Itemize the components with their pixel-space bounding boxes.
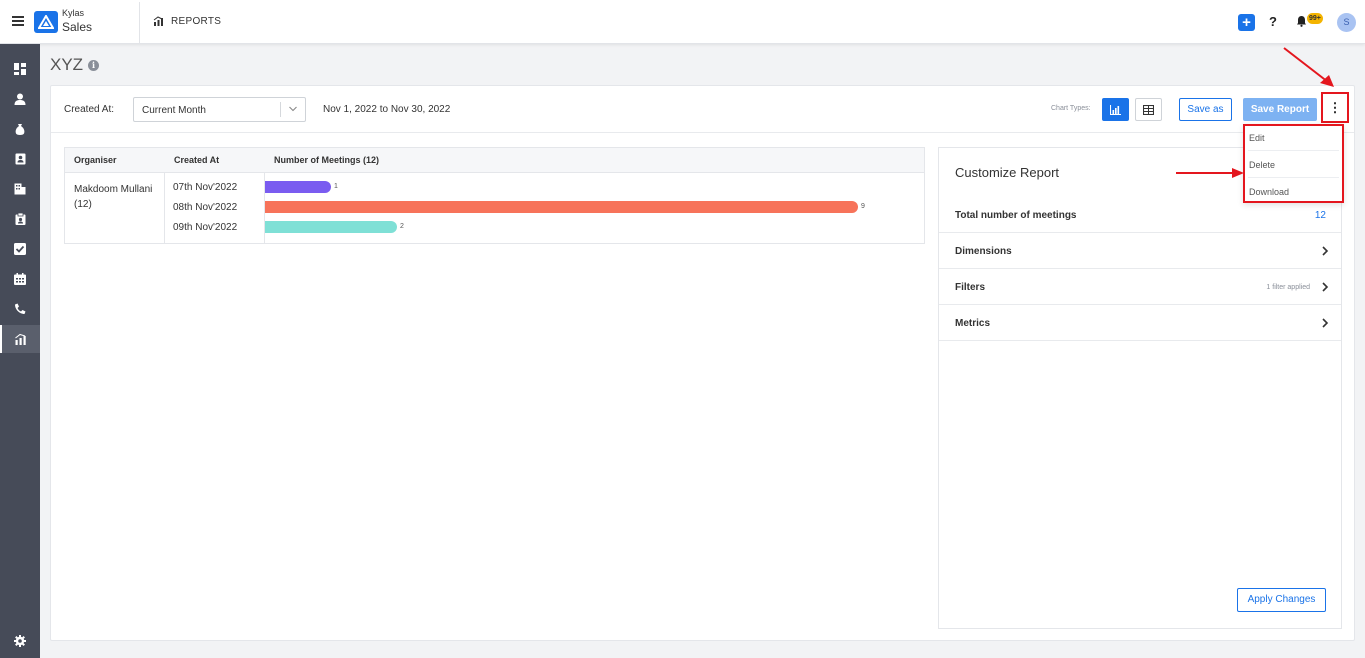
sidebar-item-leads[interactable] (0, 86, 40, 112)
menu-item-edit[interactable]: Edit (1249, 133, 1265, 143)
page-title: XYZ i (50, 55, 100, 75)
brand-name: Sales (62, 20, 93, 34)
checkbox-icon (14, 243, 26, 255)
meetings-bar[interactable] (265, 181, 331, 193)
report-card: Created At: Current Month Nov 1, 2022 to… (50, 85, 1355, 641)
user-avatar[interactable]: S (1337, 13, 1356, 32)
bar-value-label: 9 (861, 203, 865, 210)
total-meetings-label: Total number of meetings (955, 210, 1077, 221)
help-icon[interactable]: ? (1269, 14, 1277, 29)
building-icon (14, 183, 26, 195)
chart-types-label: Chart Types: (1051, 105, 1091, 112)
person-icon (14, 93, 26, 105)
sidebar-item-settings[interactable] (0, 628, 40, 654)
table-icon (1143, 104, 1154, 115)
column-divider (164, 173, 165, 244)
bar-chart-type-button[interactable] (1102, 98, 1129, 121)
calendar-icon (14, 273, 26, 285)
filter-bar: Created At: Current Month Nov 1, 2022 to… (51, 86, 1354, 133)
chevron-right-icon (1322, 246, 1329, 256)
sidebar-item-reports[interactable] (0, 325, 40, 353)
select-divider (280, 102, 281, 117)
report-table: Organiser Created At Number of Meetings … (64, 147, 925, 244)
sidebar-item-contacts[interactable] (0, 146, 40, 172)
created-at-cell: 09th Nov'2022 (173, 222, 238, 233)
menu-item-download[interactable]: Download (1249, 187, 1289, 197)
total-meetings-value: 12 (1314, 210, 1326, 221)
info-icon[interactable]: i (88, 59, 100, 71)
brand: Kylas Sales (62, 8, 93, 34)
meetings-bar[interactable] (265, 221, 397, 233)
top-bar: Kylas Sales REPORTS + ? 99+ S (0, 0, 1365, 44)
dashboard-icon (14, 63, 26, 75)
module-title-text: REPORTS (171, 16, 222, 27)
sidebar-item-dashboard[interactable] (0, 56, 40, 82)
date-range: Nov 1, 2022 to Nov 30, 2022 (323, 104, 451, 115)
header-number-of-meetings: Number of Meetings (12) (274, 155, 380, 165)
created-at-select[interactable]: Current Month (133, 97, 306, 122)
header-created-at: Created At (174, 155, 220, 165)
table-header: Organiser Created At Number of Meetings … (65, 148, 924, 173)
notification-bell-icon[interactable] (1296, 15, 1307, 30)
sidebar-item-tasks-list[interactable] (0, 206, 40, 232)
contact-card-icon (15, 153, 25, 165)
bar-value-label: 1 (334, 183, 338, 190)
sidebar-item-tasks[interactable] (0, 236, 40, 262)
hamburger-menu-icon[interactable] (12, 16, 24, 26)
dimensions-label: Dimensions (955, 246, 1012, 257)
customize-report-panel: Customize Report Total number of meeting… (938, 147, 1342, 629)
meetings-bar[interactable] (265, 201, 858, 213)
reports-icon (15, 333, 26, 345)
created-at-cell: 08th Nov'2022 (173, 202, 238, 213)
filters-label: Filters (955, 282, 986, 293)
bar-chart-icon (1110, 104, 1121, 115)
created-at-label: Created At: (64, 104, 115, 115)
menu-item-delete[interactable]: Delete (1249, 160, 1275, 170)
add-icon[interactable]: + (1238, 14, 1255, 31)
organiser-cell: Makdoom Mullani (12) (74, 184, 153, 210)
report-title: XYZ (50, 55, 84, 74)
more-options-button[interactable]: ⋮ (1321, 92, 1349, 123)
bar-value-label: 2 (400, 223, 404, 230)
chevron-down-icon (289, 106, 297, 112)
save-as-button[interactable]: Save as (1179, 98, 1232, 121)
kebab-menu-icon: ⋮ (1328, 100, 1342, 115)
module-title: REPORTS (153, 16, 221, 27)
created-at-cell: 07th Nov'2022 (173, 182, 238, 193)
money-bag-icon (15, 124, 25, 135)
filters-applied-count: 1 filter applied (1266, 284, 1310, 291)
created-at-value: Current Month (142, 105, 206, 116)
table-chart-type-button[interactable] (1135, 98, 1162, 121)
customize-report-title: Customize Report (955, 165, 1060, 180)
filters-row[interactable]: Filters 1 filter applied (939, 269, 1341, 305)
sidebar-item-meetings[interactable] (0, 266, 40, 292)
brand-small: Kylas (62, 8, 85, 18)
apply-changes-button[interactable]: Apply Changes (1237, 588, 1326, 612)
header-organiser: Organiser (74, 155, 117, 165)
sidebar-item-companies[interactable] (0, 176, 40, 202)
sidebar (0, 44, 40, 658)
chevron-right-icon (1322, 282, 1329, 292)
reports-icon (153, 16, 163, 26)
header-divider (139, 2, 140, 44)
notification-badge: 99+ (1307, 13, 1323, 24)
save-report-button[interactable]: Save Report (1243, 98, 1317, 121)
clipboard-icon (15, 213, 25, 225)
menu-divider (1248, 150, 1339, 151)
dimensions-row[interactable]: Dimensions (939, 233, 1341, 269)
metrics-label: Metrics (955, 318, 991, 329)
sidebar-item-calls[interactable] (0, 296, 40, 322)
menu-divider (1248, 177, 1339, 178)
kylas-logo-icon[interactable] (34, 11, 58, 33)
more-options-menu: Edit Delete Download (1243, 124, 1344, 203)
gear-icon (14, 635, 26, 647)
chevron-right-icon (1322, 318, 1329, 328)
phone-icon (15, 303, 26, 314)
metrics-row[interactable]: Metrics (939, 305, 1341, 341)
sidebar-item-deals[interactable] (0, 116, 40, 142)
